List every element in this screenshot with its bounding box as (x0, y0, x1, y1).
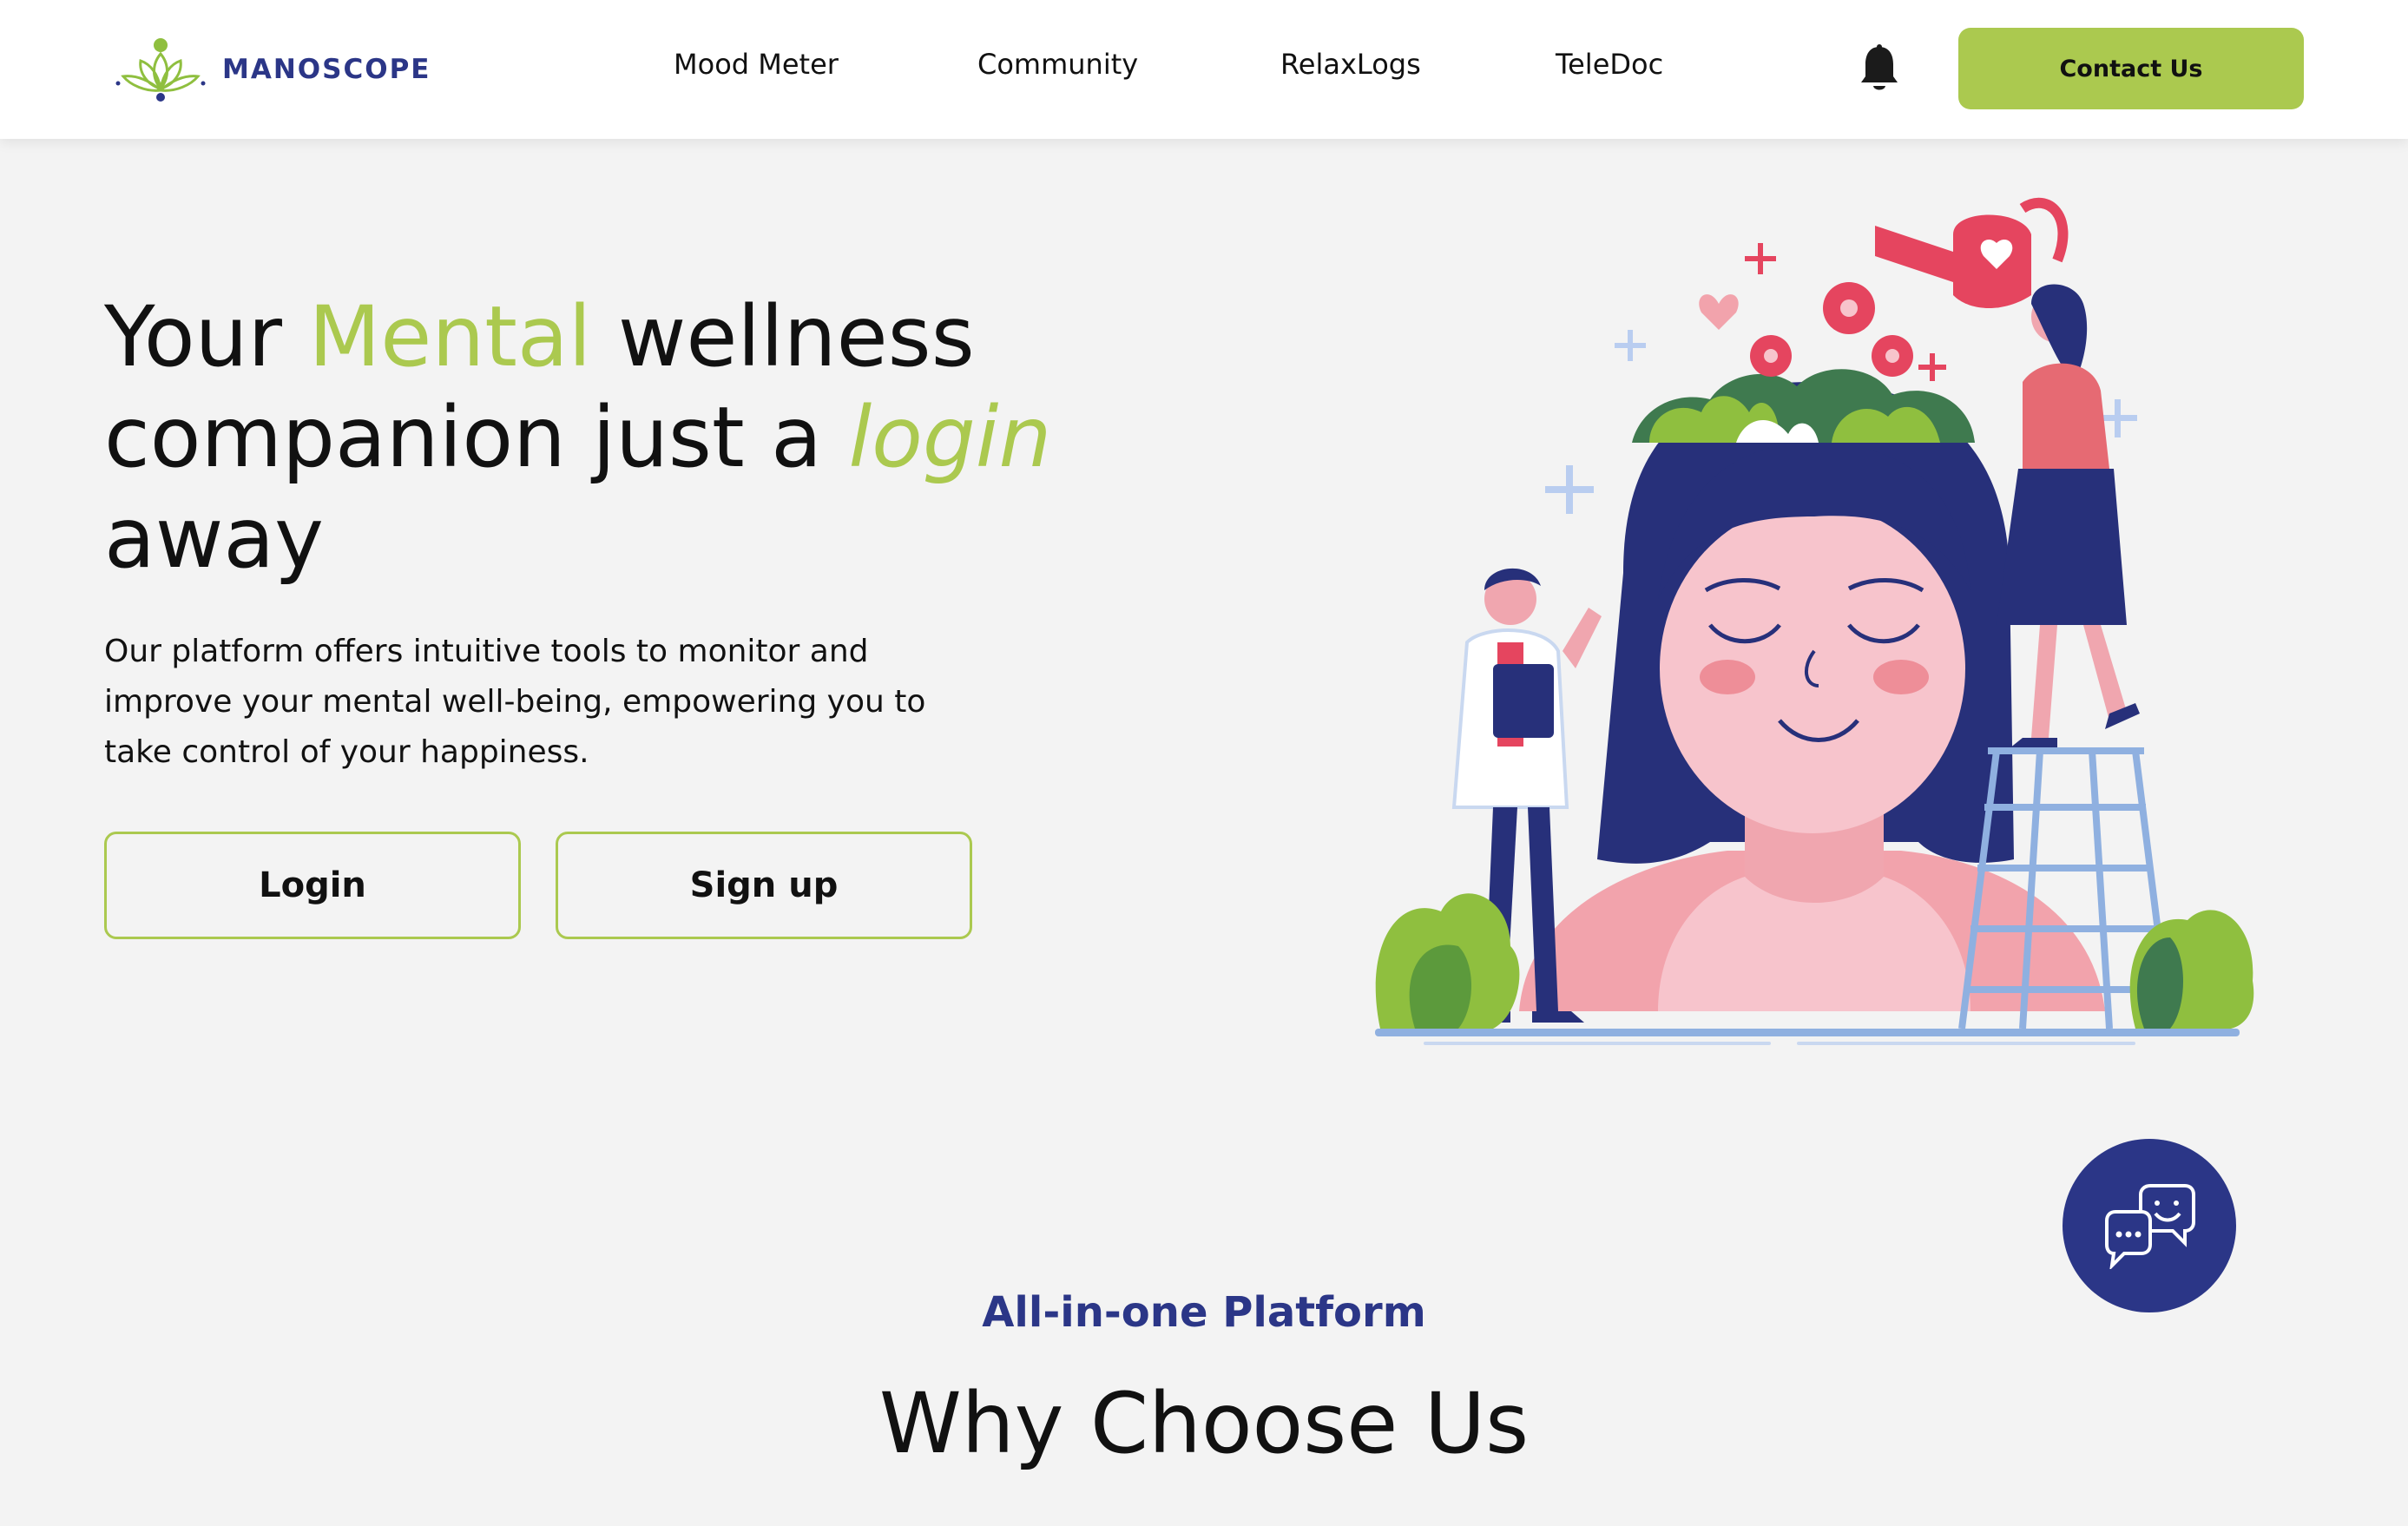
headline-text: Your (104, 288, 309, 385)
brand-name: MANOSCOPE (222, 54, 431, 85)
headline-text: away (104, 490, 324, 587)
nav-mood-meter[interactable]: Mood Meter (674, 48, 839, 81)
nav-teledoc[interactable]: TeleDoc (1556, 48, 1663, 81)
chat-bubbles-icon (2105, 1184, 2195, 1269)
top-navbar: MANOSCOPE Mood Meter Community RelaxLogs… (0, 0, 2408, 139)
section-kicker: All-in-one Platform (982, 1288, 1426, 1337)
brand-logo[interactable]: MANOSCOPE (113, 28, 431, 111)
chat-button[interactable] (2063, 1139, 2236, 1312)
lotus-logo-icon (115, 38, 206, 102)
section-title: Why Choose Us (878, 1375, 1530, 1472)
signup-button[interactable]: Sign up (556, 832, 972, 939)
headline-accent-word: Mental (308, 288, 592, 385)
hero-headline: Your Mental wellness companion just a lo… (104, 286, 1059, 589)
login-button[interactable]: Login (104, 832, 521, 939)
nav-relaxlogs[interactable]: RelaxLogs (1280, 48, 1421, 81)
contact-us-button[interactable]: Contact Us (1958, 28, 2304, 109)
hero-description: Our platform offers intuitive tools to m… (104, 634, 926, 770)
headline-login-word: login (848, 389, 1052, 486)
bell-icon[interactable] (1859, 43, 1899, 94)
hero-illustration (1375, 197, 2254, 1045)
nav-community[interactable]: Community (977, 48, 1138, 81)
